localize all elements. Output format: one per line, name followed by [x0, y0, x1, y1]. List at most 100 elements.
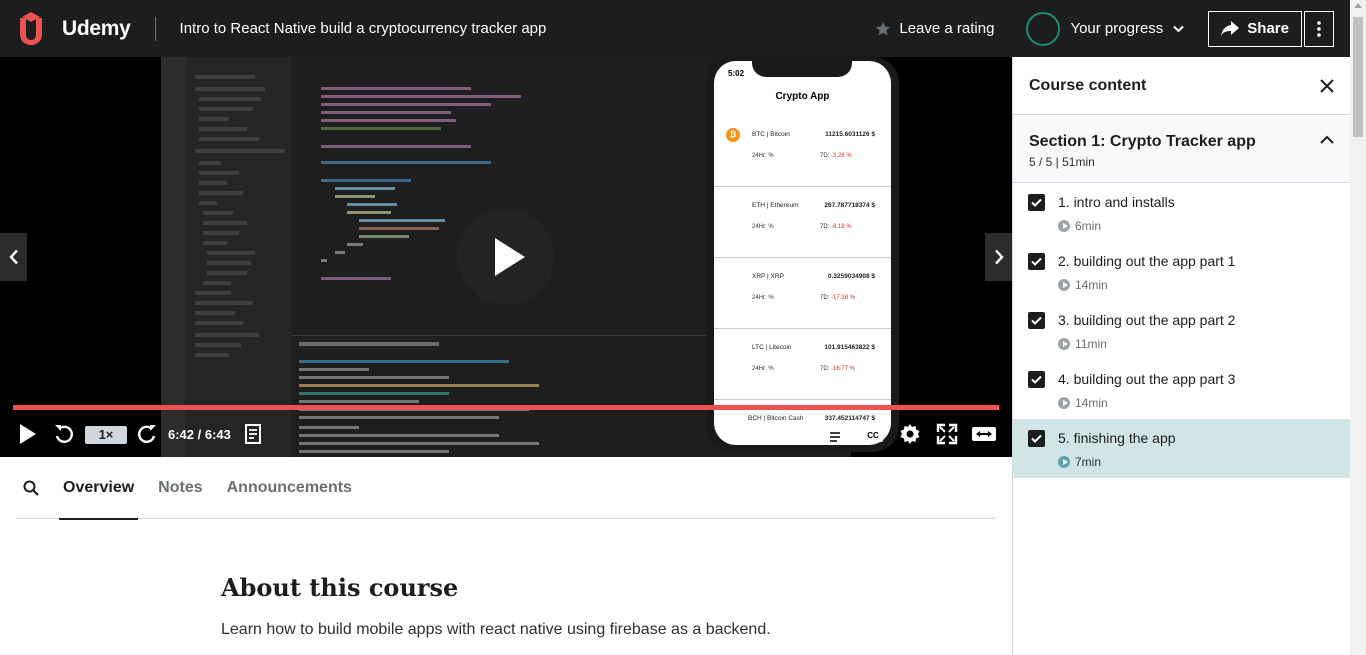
coin-7d-value: -3.26 %: [831, 153, 852, 159]
checkmark-icon: [1031, 316, 1042, 325]
settings-button[interactable]: [899, 423, 921, 450]
coin-change-24h: 24Hr: %: [752, 224, 774, 230]
sidebar-title: Course content: [1029, 76, 1147, 94]
coin-price: 0.3259034908 $: [828, 273, 875, 280]
coin-row: ₿ BTC | Bitcoin 11215.6031126 $ 24Hr: % …: [714, 117, 891, 187]
chevron-left-icon: [8, 249, 18, 265]
forward-button[interactable]: [137, 423, 157, 450]
lecture-complete-checkbox[interactable]: [1028, 194, 1045, 211]
coin-row: LTC | Litecoin 101.915463822 $ 24Hr: % 7…: [714, 330, 891, 400]
coin-change-7d: 7D: -17.18 %: [820, 295, 855, 301]
tab-overview[interactable]: Overview: [59, 457, 139, 520]
coin-7d-label: 7D:: [820, 153, 830, 159]
previous-lecture-button[interactable]: [0, 233, 27, 281]
coin-7d-label: 7D:: [820, 224, 830, 230]
udemy-logo-icon: [20, 11, 42, 45]
lecture-duration: 11min: [1058, 337, 1107, 351]
close-icon: [1320, 78, 1334, 93]
transcript-button[interactable]: [826, 423, 844, 450]
more-options-button[interactable]: [1304, 10, 1334, 47]
coin-name: XRP | XRP: [752, 273, 784, 280]
phone-clock: 5:02: [728, 69, 745, 78]
video-play-icon: [1058, 397, 1070, 409]
scroll-thumb[interactable]: [1353, 17, 1363, 137]
lecture-complete-checkbox[interactable]: [1028, 430, 1045, 447]
lecture-item[interactable]: 4. building out the app part 3 14min: [1013, 360, 1350, 419]
video-controls: 1× 6:42 / 6:43 CC: [0, 417, 1012, 453]
checkmark-icon: [1031, 434, 1042, 443]
lecture-duration: 6min: [1058, 219, 1101, 233]
lecture-item[interactable]: 2. building out the app part 1 14min: [1013, 242, 1350, 301]
coin-change-7d: 7D: -8.18 %: [820, 224, 852, 230]
page-scrollbar[interactable]: [1350, 0, 1366, 655]
volume-icon: [791, 426, 809, 442]
lecture-title: 2. building out the app part 1: [1058, 253, 1236, 269]
lecture-duration: 7min: [1058, 455, 1101, 469]
lecture-title: 4. building out the app part 3: [1058, 371, 1236, 387]
captions-button[interactable]: CC: [862, 423, 884, 450]
lecture-duration-text: 6min: [1075, 219, 1102, 233]
video-player[interactable]: 5:02 Crypto App ₿ BTC | Bitcoin 11215.60…: [0, 57, 1012, 457]
section-header[interactable]: Section 1: Crypto Tracker app 5 / 5 | 51…: [1013, 115, 1350, 183]
brand-name: Udemy: [62, 16, 131, 40]
header-divider: [154, 16, 156, 41]
chevron-right-icon: [994, 249, 1004, 265]
expand-view-button[interactable]: [971, 423, 997, 450]
coin-name: LTC | Litecoin: [752, 344, 792, 351]
coin-name: ETH | Ethereum: [752, 202, 799, 209]
progress-ring-icon: [1026, 11, 1061, 46]
scroll-up-arrow-icon[interactable]: [1354, 3, 1362, 8]
lecture-title: 3. building out the app part 2: [1058, 312, 1236, 328]
tab-notes[interactable]: Notes: [154, 457, 206, 519]
expand-icon: [972, 427, 996, 441]
tab-announcements[interactable]: Announcements: [223, 457, 356, 519]
lecture-duration: 14min: [1058, 278, 1108, 292]
lecture-item[interactable]: 1. intro and installs 6min: [1013, 183, 1350, 242]
transcript-icon: [827, 424, 843, 444]
leave-rating-button[interactable]: Leave a rating: [875, 20, 994, 37]
coin-change-24h: 24Hr: %: [752, 153, 774, 159]
coin-price: 101.915463822 $: [824, 344, 875, 351]
udemy-logo[interactable]: Udemy: [0, 0, 131, 57]
volume-button[interactable]: [789, 423, 811, 450]
bitcoin-icon: ₿: [726, 128, 740, 142]
phone-mockup: 5:02 Crypto App ₿ BTC | Bitcoin 11215.60…: [706, 57, 899, 452]
play-icon: [20, 424, 36, 444]
your-progress-dropdown[interactable]: Your progress: [1026, 11, 1185, 46]
checkmark-icon: [1031, 375, 1042, 384]
rewind-button[interactable]: [54, 423, 74, 450]
course-title[interactable]: Intro to React Native build a cryptocurr…: [180, 20, 876, 37]
chevron-up-icon: [1320, 135, 1334, 144]
coin-change-24h: 24Hr: %: [752, 295, 774, 301]
coin-change-7d: 7D: -3.26 %: [820, 153, 852, 159]
lecture-item-current[interactable]: 5. finishing the app 7min: [1013, 419, 1350, 478]
video-play-icon: [1058, 338, 1070, 350]
lecture-complete-checkbox[interactable]: [1028, 253, 1045, 270]
course-content-sidebar: Course content Section 1: Crypto Tracker…: [1012, 57, 1350, 655]
add-note-button[interactable]: [244, 423, 264, 450]
top-header: Udemy Intro to React Native build a cryp…: [0, 0, 1350, 57]
close-sidebar-button[interactable]: [1320, 78, 1334, 93]
coin-change-24h: 24Hr: %: [752, 366, 774, 372]
next-lecture-button[interactable]: [985, 233, 1012, 281]
big-play-button[interactable]: [458, 209, 554, 305]
search-icon: [23, 480, 39, 496]
course-tabs: Overview Notes Announcements: [16, 457, 996, 520]
search-button[interactable]: [19, 476, 43, 500]
coin-7d-value: -8.18 %: [831, 224, 852, 230]
video-editor-activity-bar: [161, 57, 185, 457]
lecture-complete-checkbox[interactable]: [1028, 312, 1045, 329]
coin-row: ETH | Ethereum 267.787718374 $ 24Hr: % 7…: [714, 188, 891, 258]
video-progress-bar[interactable]: [13, 405, 999, 410]
chevron-down-icon: [1173, 25, 1185, 32]
lecture-complete-checkbox[interactable]: [1028, 371, 1045, 388]
video-editor-explorer: [185, 57, 291, 457]
coin-7d-value: -17.18 %: [831, 295, 856, 301]
fullscreen-button[interactable]: [936, 423, 958, 450]
section-title: Section 1: Crypto Tracker app: [1029, 133, 1256, 150]
coin-7d-label: 7D:: [820, 295, 830, 301]
share-button[interactable]: Share: [1208, 10, 1302, 47]
lecture-item[interactable]: 3. building out the app part 2 11min: [1013, 301, 1350, 360]
play-button[interactable]: [19, 423, 37, 450]
playback-speed-button[interactable]: 1×: [85, 426, 127, 444]
